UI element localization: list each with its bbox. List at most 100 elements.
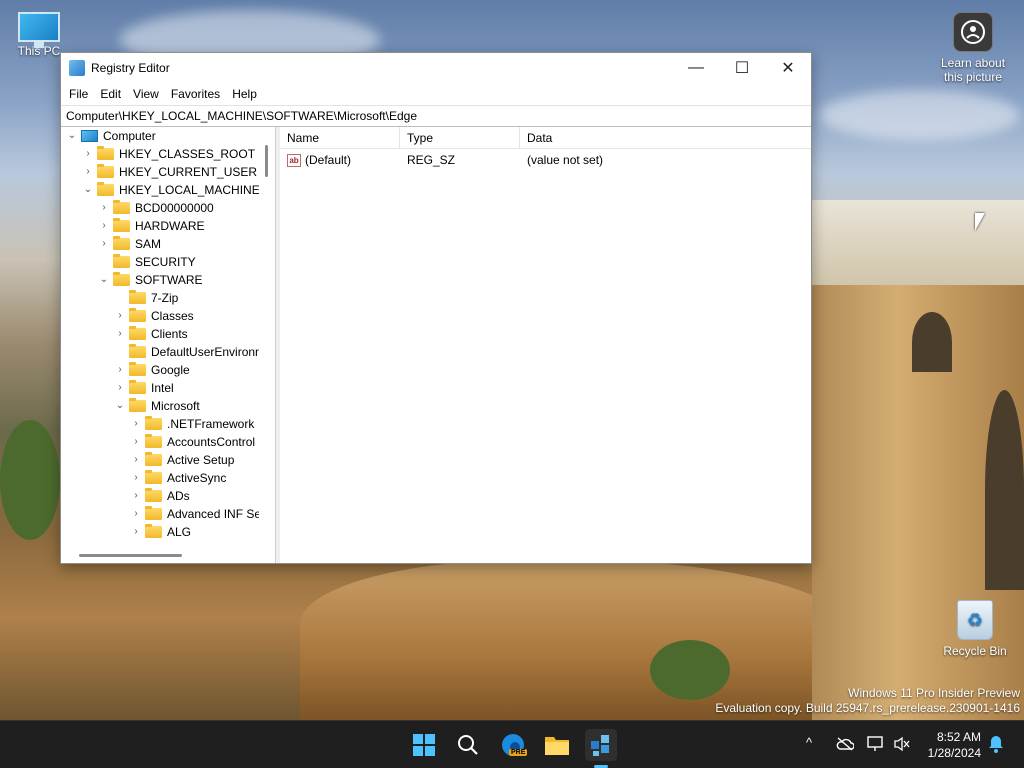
- tree-node-label: Microsoft: [151, 399, 200, 413]
- network-icon[interactable]: [867, 736, 885, 755]
- tree-node[interactable]: › HKEY_CURRENT_USER: [61, 163, 259, 181]
- chevron-right-icon[interactable]: ›: [83, 163, 93, 181]
- tree-node[interactable]: › Advanced INF Set: [61, 505, 259, 523]
- folder-icon: [129, 398, 146, 412]
- tree-node[interactable]: ⌄ Computer: [61, 127, 259, 145]
- chevron-up-icon: ^: [806, 735, 813, 750]
- chevron-right-icon[interactable]: ›: [83, 145, 93, 163]
- close-button[interactable]: ✕: [765, 53, 811, 83]
- tree-node[interactable]: ⌄ SOFTWARE: [61, 271, 259, 289]
- chevron-right-icon[interactable]: ›: [131, 415, 141, 433]
- chevron-right-icon[interactable]: ›: [99, 199, 109, 217]
- start-button[interactable]: [408, 729, 440, 761]
- tree-node[interactable]: › Classes: [61, 307, 259, 325]
- chevron-right-icon[interactable]: ›: [131, 451, 141, 469]
- search-button[interactable]: [452, 729, 484, 761]
- tree-vertical-scrollbar[interactable]: [259, 127, 275, 547]
- tree-node[interactable]: SECURITY: [61, 253, 259, 271]
- tree-horizontal-scrollbar[interactable]: [61, 547, 259, 563]
- tree-node[interactable]: › ActiveSync: [61, 469, 259, 487]
- scroll-thumb[interactable]: [265, 145, 268, 177]
- menu-file[interactable]: File: [63, 87, 94, 101]
- folder-icon: [145, 524, 162, 538]
- chevron-right-icon[interactable]: ›: [115, 307, 125, 325]
- clock-time: 8:52 AM: [936, 730, 981, 744]
- volume-muted-icon[interactable]: [893, 736, 911, 755]
- chevron-right-icon[interactable]: ›: [131, 469, 141, 487]
- tree-node[interactable]: › HKEY_CLASSES_ROOT: [61, 145, 259, 163]
- chevron-right-icon[interactable]: ›: [115, 325, 125, 343]
- tree-node-label: HKEY_LOCAL_MACHINE: [119, 183, 259, 197]
- clock[interactable]: 8:52 AM 1/28/2024: [928, 729, 981, 761]
- onedrive-icon[interactable]: [836, 737, 855, 754]
- menu-edit[interactable]: Edit: [94, 87, 127, 101]
- tree-node[interactable]: › .NETFramework: [61, 415, 259, 433]
- window-body: ⌄ Computer › HKEY_CLASSES_ROOT › HKEY_CURRENT…: [61, 127, 811, 563]
- tree-node[interactable]: › SAM: [61, 235, 259, 253]
- tree-node[interactable]: › Clients: [61, 325, 259, 343]
- edge-beta-button[interactable]: PRE: [497, 729, 529, 761]
- clock-date: 1/28/2024: [927, 746, 981, 760]
- desktop-icon-recycle-bin[interactable]: ♻ Recycle Bin: [940, 600, 1010, 658]
- tree-node[interactable]: › Intel: [61, 379, 259, 397]
- column-header-name[interactable]: Name: [280, 127, 400, 149]
- tree-node[interactable]: › HARDWARE: [61, 217, 259, 235]
- close-icon: ✕: [781, 60, 795, 77]
- tree-node[interactable]: ⌄ Microsoft: [61, 397, 259, 415]
- show-hidden-icons-button[interactable]: ^: [806, 735, 812, 750]
- chevron-down-icon[interactable]: ⌄: [67, 127, 77, 145]
- chevron-right-icon[interactable]: ›: [115, 361, 125, 379]
- tree-node[interactable]: › ADs: [61, 487, 259, 505]
- tree-node[interactable]: › BCD00000000: [61, 199, 259, 217]
- mouse-cursor-icon: [975, 213, 985, 231]
- folder-icon: [145, 452, 162, 466]
- folder-icon: [113, 218, 130, 232]
- chevron-right-icon[interactable]: ›: [131, 505, 141, 523]
- title-bar[interactable]: Registry Editor — ☐ ✕: [61, 53, 811, 83]
- column-header-type[interactable]: Type: [400, 127, 520, 149]
- desktop-icon-learn-picture[interactable]: Learn about this picture: [938, 12, 1008, 84]
- chevron-right-icon[interactable]: ›: [131, 433, 141, 451]
- tree-node[interactable]: › Google: [61, 361, 259, 379]
- tree-node-label: SAM: [135, 237, 162, 251]
- registry-editor-taskbar-button[interactable]: [585, 729, 617, 761]
- registry-editor-window[interactable]: Registry Editor — ☐ ✕ File Edit View Fav…: [60, 52, 812, 564]
- chevron-right-icon[interactable]: ›: [131, 487, 141, 505]
- tree-node-label: Intel: [151, 381, 174, 395]
- chevron-down-icon[interactable]: ⌄: [83, 181, 93, 199]
- windows-logo-icon: [413, 734, 435, 756]
- scroll-thumb[interactable]: [79, 554, 182, 557]
- menu-view[interactable]: View: [127, 87, 165, 101]
- tree-node[interactable]: › Active Setup: [61, 451, 259, 469]
- chevron-right-icon[interactable]: ›: [115, 379, 125, 397]
- maximize-button[interactable]: ☐: [719, 53, 765, 83]
- file-explorer-button[interactable]: [541, 729, 573, 761]
- taskbar: PRE ^ 8:52 AM 1/28/2024: [0, 720, 1024, 768]
- file-explorer-icon: [545, 737, 569, 755]
- registry-editor-icon: [69, 60, 85, 76]
- tree-node[interactable]: › AccountsControl: [61, 433, 259, 451]
- column-header-data[interactable]: Data: [520, 127, 660, 149]
- tree-node[interactable]: DefaultUserEnvironn: [61, 343, 259, 361]
- menu-help[interactable]: Help: [226, 87, 263, 101]
- tree-node-label: 7-Zip: [151, 291, 179, 305]
- folder-icon: [145, 434, 162, 448]
- chevron-down-icon[interactable]: ⌄: [99, 271, 109, 289]
- chevron-right-icon[interactable]: ›: [131, 523, 141, 541]
- desktop-icon-label: Learn about this picture: [940, 56, 1006, 84]
- minimize-button[interactable]: —: [673, 53, 719, 83]
- chevron-down-icon[interactable]: ⌄: [115, 397, 125, 415]
- menu-favorites[interactable]: Favorites: [165, 87, 226, 101]
- camera-info-icon: [953, 12, 993, 52]
- value-row[interactable]: ab (Default) REG_SZ (value not set): [280, 149, 811, 171]
- folder-icon: [129, 380, 146, 394]
- tree-node-label: SECURITY: [135, 255, 196, 269]
- chevron-right-icon[interactable]: ›: [99, 217, 109, 235]
- monitor-icon: [18, 12, 60, 48]
- address-bar[interactable]: Computer\HKEY_LOCAL_MACHINE\SOFTWARE\Mic…: [61, 105, 811, 127]
- notification-bell-icon[interactable]: [988, 735, 1004, 756]
- tree-node[interactable]: ⌄ HKEY_LOCAL_MACHINE: [61, 181, 259, 199]
- tree-node[interactable]: 7-Zip: [61, 289, 259, 307]
- tree-node[interactable]: › ALG: [61, 523, 259, 541]
- chevron-right-icon[interactable]: ›: [99, 235, 109, 253]
